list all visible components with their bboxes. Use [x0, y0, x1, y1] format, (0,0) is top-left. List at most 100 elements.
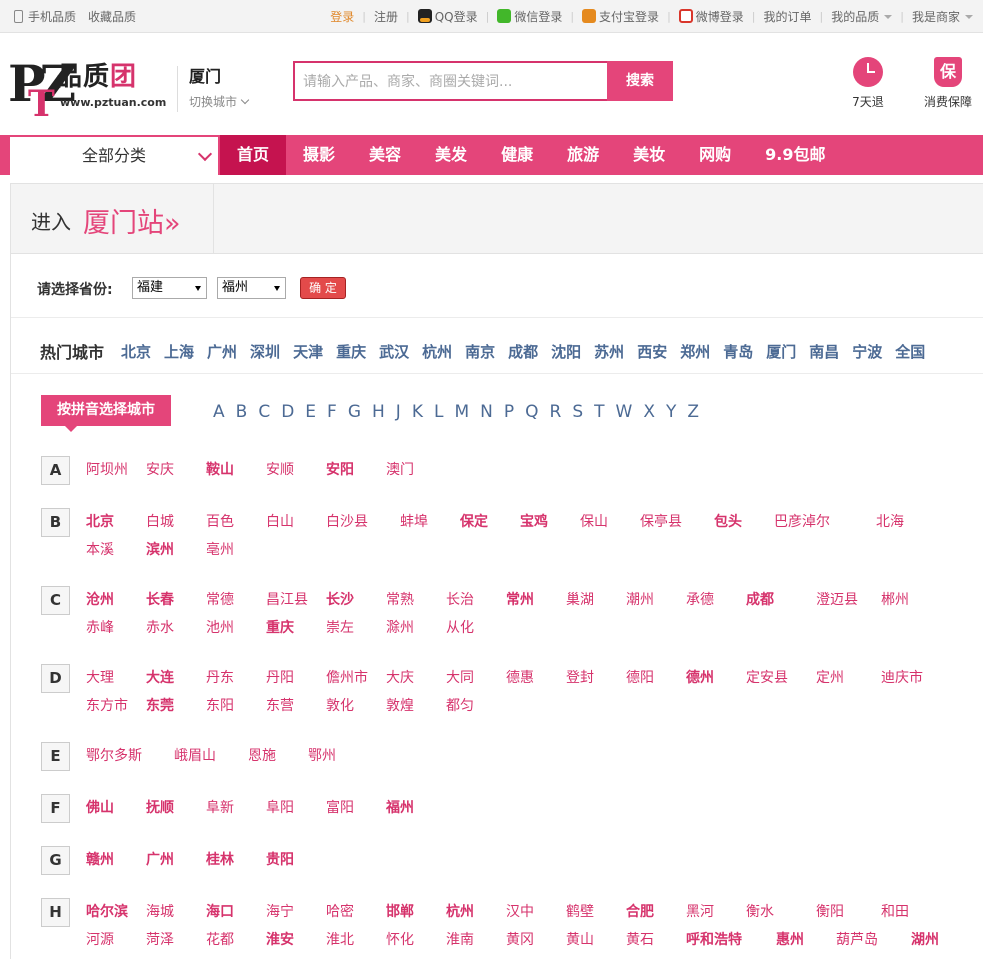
city-link[interactable]: 迪庆市	[881, 666, 923, 690]
city-link[interactable]: 大连	[146, 666, 174, 690]
pinyin-letter-link[interactable]: Y	[666, 402, 676, 422]
hot-city-link[interactable]: 杭州	[422, 341, 452, 362]
city-link[interactable]: 滁州	[386, 616, 414, 640]
city-link[interactable]: 安顺	[266, 458, 294, 482]
city-link[interactable]: 贵阳	[266, 848, 294, 872]
city-link[interactable]: 黄冈	[506, 928, 534, 952]
city-link[interactable]: 昌江县	[266, 588, 308, 612]
pinyin-letter-link[interactable]: D	[281, 402, 294, 422]
city-link[interactable]: 鄂尔多斯	[86, 744, 142, 768]
city-link[interactable]: 衡阳	[816, 900, 844, 924]
city-link[interactable]: 儋州市	[326, 666, 368, 690]
hot-city-link[interactable]: 南京	[465, 341, 495, 362]
city-link[interactable]: 花都	[206, 928, 234, 952]
city-link[interactable]: 本溪	[86, 538, 114, 562]
city-select[interactable]: 福州	[217, 277, 286, 299]
city-link[interactable]: 赤峰	[86, 616, 114, 640]
city-link[interactable]: 白城	[146, 510, 174, 534]
hot-city-link[interactable]: 苏州	[594, 341, 624, 362]
pinyin-letter-link[interactable]: G	[348, 402, 361, 422]
city-link[interactable]: 澄迈县	[816, 588, 858, 612]
city-link[interactable]: 登封	[566, 666, 594, 690]
city-link[interactable]: 哈密	[326, 900, 354, 924]
seven-day-return[interactable]: 7天退	[848, 57, 888, 110]
pinyin-letter-link[interactable]: N	[480, 402, 493, 422]
city-link[interactable]: 东方市	[86, 694, 128, 718]
search-input[interactable]: 请输入产品、商家、商圈关键词...	[293, 61, 609, 101]
city-link[interactable]: 成都	[746, 588, 774, 612]
city-link[interactable]: 沧州	[86, 588, 114, 612]
pinyin-letter-link[interactable]: A	[213, 402, 225, 422]
city-link[interactable]: 湖州	[911, 928, 939, 952]
pinyin-letter-link[interactable]: C	[258, 402, 270, 422]
hot-city-link[interactable]: 成都	[508, 341, 538, 362]
wechat-login-link[interactable]: 微信登录	[497, 8, 562, 25]
hot-city-link[interactable]: 深圳	[250, 341, 280, 362]
city-link[interactable]: 长春	[146, 588, 174, 612]
city-link[interactable]: 从化	[446, 616, 474, 640]
city-link[interactable]: 海口	[206, 900, 234, 924]
city-link[interactable]: 定州	[816, 666, 844, 690]
pinyin-letter-link[interactable]: P	[504, 402, 514, 422]
hot-city-link[interactable]: 上海	[164, 341, 194, 362]
city-link[interactable]: 峨眉山	[174, 744, 216, 768]
city-link[interactable]: 潮州	[626, 588, 654, 612]
city-link[interactable]: 淮南	[446, 928, 474, 952]
city-link[interactable]: 丹东	[206, 666, 234, 690]
city-link[interactable]: 鹤壁	[566, 900, 594, 924]
pinyin-letter-link[interactable]: R	[550, 402, 562, 422]
mobile-link[interactable]: 手机品质	[28, 8, 76, 25]
city-link[interactable]: 大庆	[386, 666, 414, 690]
city-link[interactable]: 黄石	[626, 928, 654, 952]
pinyin-letter-link[interactable]: E	[305, 402, 316, 422]
city-link[interactable]: 鞍山	[206, 458, 234, 482]
city-link[interactable]: 杭州	[446, 900, 474, 924]
city-link[interactable]: 大同	[446, 666, 474, 690]
city-link[interactable]: 池州	[206, 616, 234, 640]
confirm-button[interactable]: 确 定	[300, 277, 346, 299]
city-link[interactable]: 包头	[714, 510, 742, 534]
city-link[interactable]: 东阳	[206, 694, 234, 718]
city-link[interactable]: 呼和浩特	[686, 928, 742, 952]
pinyin-letter-link[interactable]: M	[454, 402, 469, 422]
city-link[interactable]: 阿坝州	[86, 458, 128, 482]
city-link[interactable]: 巴彦淖尔	[774, 510, 830, 534]
city-link[interactable]: 重庆	[266, 616, 294, 640]
city-link[interactable]: 白山	[266, 510, 294, 534]
pinyin-letter-link[interactable]: X	[643, 402, 655, 422]
hot-city-link[interactable]: 厦门	[766, 341, 796, 362]
login-link[interactable]: 登录	[330, 8, 354, 25]
city-link[interactable]: 亳州	[206, 538, 234, 562]
city-link[interactable]: 百色	[206, 510, 234, 534]
city-link[interactable]: 福州	[386, 796, 414, 820]
city-link[interactable]: 黄山	[566, 928, 594, 952]
favorite-link[interactable]: 收藏品质	[88, 8, 136, 25]
city-link[interactable]: 恩施	[248, 744, 276, 768]
hot-city-link[interactable]: 郑州	[680, 341, 710, 362]
city-link[interactable]: 菏泽	[146, 928, 174, 952]
register-link[interactable]: 注册	[374, 8, 398, 25]
pinyin-letter-link[interactable]: W	[616, 402, 633, 422]
pinyin-letter-link[interactable]: B	[236, 402, 248, 422]
hot-city-link[interactable]: 全国	[895, 341, 925, 362]
pinyin-letter-link[interactable]: Z	[687, 402, 699, 422]
hot-city-link[interactable]: 天津	[293, 341, 323, 362]
pinyin-letter-link[interactable]: H	[372, 402, 385, 422]
city-link[interactable]: 承德	[686, 588, 714, 612]
search-button[interactable]: 搜索	[607, 61, 673, 101]
city-link[interactable]: 哈尔滨	[86, 900, 128, 924]
city-link[interactable]: 宝鸡	[520, 510, 548, 534]
city-link[interactable]: 东莞	[146, 694, 174, 718]
pinyin-letter-link[interactable]: L	[434, 402, 443, 422]
hot-city-link[interactable]: 广州	[207, 341, 237, 362]
city-link[interactable]: 海城	[146, 900, 174, 924]
city-link[interactable]: 常州	[506, 588, 534, 612]
city-link[interactable]: 定安县	[746, 666, 788, 690]
city-link[interactable]: 郴州	[881, 588, 909, 612]
city-link[interactable]: 赣州	[86, 848, 114, 872]
pinyin-letter-link[interactable]: Q	[525, 402, 538, 422]
city-link[interactable]: 大理	[86, 666, 114, 690]
pinyin-letter-link[interactable]: S	[572, 402, 583, 422]
city-link[interactable]: 保亭县	[640, 510, 682, 534]
alipay-login-link[interactable]: 支付宝登录	[582, 8, 659, 25]
